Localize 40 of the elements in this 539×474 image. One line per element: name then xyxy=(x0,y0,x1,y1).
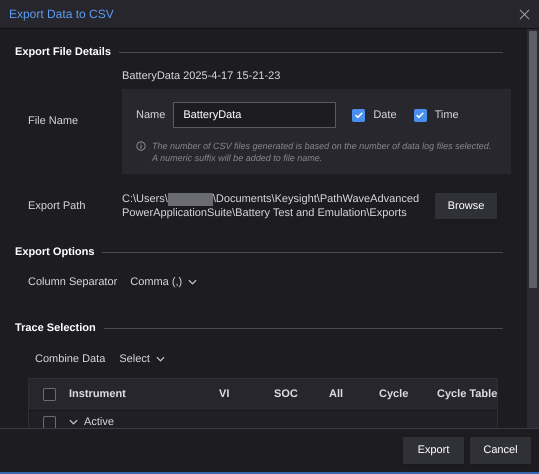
checkbox-label: Time xyxy=(434,108,459,123)
field-label: Name xyxy=(136,108,166,123)
section-heading: Export File Details xyxy=(15,45,111,60)
checkbox[interactable] xyxy=(42,416,56,428)
scrollbar[interactable] xyxy=(527,29,539,428)
chevron-down-icon xyxy=(69,419,78,425)
column-header: VI xyxy=(219,387,230,402)
window-title: Export Data to CSV xyxy=(9,6,114,23)
checkbox[interactable] xyxy=(42,388,56,401)
combine-dropdown[interactable]: Select xyxy=(119,350,165,367)
dialog-button[interactable]: Cancel xyxy=(470,437,531,464)
chevron-down-icon xyxy=(188,278,198,285)
field-label: Export Path xyxy=(28,200,86,212)
section-heading: Export Options xyxy=(15,245,94,260)
column-header: All xyxy=(329,387,344,402)
info-note: The number of CSV files generated is based on the number of data log files selected. A numeric suffix will be added to file name. xyxy=(152,140,492,164)
browse-button[interactable]: Browse xyxy=(435,193,497,219)
path-text: C:\Users\ xyxy=(122,192,168,206)
info-icon xyxy=(136,141,146,151)
column-header: Cycle xyxy=(379,387,410,402)
group-row-label: Active xyxy=(84,414,114,428)
field-label: Column Separator xyxy=(28,274,118,290)
redacted-block xyxy=(168,192,213,206)
file-name-preview: BatteryData 2025-4-17 15-21-23 xyxy=(122,68,282,84)
column-header: SOC xyxy=(274,387,299,402)
column-header: Cycle Table xyxy=(437,387,497,402)
close-icon[interactable] xyxy=(519,8,530,20)
field-label: File Name xyxy=(28,114,78,128)
dialog-button[interactable]: Export xyxy=(403,437,464,464)
field-label: Combine Data xyxy=(35,352,106,366)
section-heading: Trace Selection xyxy=(15,321,96,336)
checkbox[interactable] xyxy=(414,108,427,122)
path-text: \Documents\Keysight\PathWaveAdvanced xyxy=(212,192,420,206)
path-text: PowerApplicationSuite\Battery Test and Emulation\Exports xyxy=(122,206,408,220)
name-input-field[interactable]: BatteryData xyxy=(173,102,336,128)
separator-dropdown[interactable]: Comma (,) xyxy=(130,274,198,290)
chevron-down-icon xyxy=(156,356,165,362)
column-header: Instrument xyxy=(69,387,127,402)
checkbox[interactable] xyxy=(352,108,366,122)
checkbox-label: Date xyxy=(373,108,397,123)
